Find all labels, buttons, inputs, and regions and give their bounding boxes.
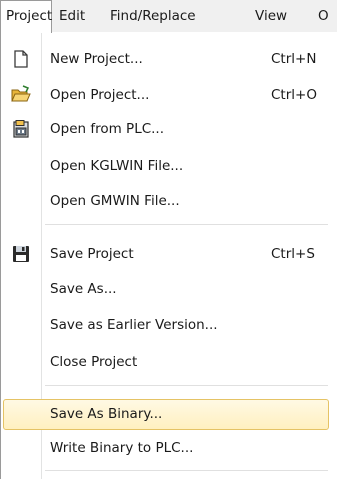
new-document-icon: [14, 50, 28, 68]
menu-project[interactable]: Project: [0, 0, 52, 33]
menu-bar: Project Edit Find/Replace View O: [0, 0, 337, 33]
menu-item-save-as-binary[interactable]: Save As Binary...: [3, 399, 329, 430]
menu-o-label: O: [318, 8, 329, 24]
open-from-plc-icon: [13, 120, 29, 138]
menu-item-label: Save As...: [50, 281, 117, 297]
menu-item-label: Open GMWIN File...: [50, 193, 180, 209]
menu-item-open-project[interactable]: Open Project... Ctrl+O: [3, 81, 329, 109]
menu-item-label: Open KGLWIN File...: [50, 158, 184, 174]
menu-item-open-from-plc[interactable]: Open from PLC...: [3, 115, 329, 143]
application-window: Project Edit Find/Replace View O New Pro…: [0, 0, 337, 479]
menu-item-label: Open from PLC...: [50, 121, 165, 137]
menu-item-label: Save Project: [50, 246, 134, 262]
menu-item-shortcut: Ctrl+N: [271, 51, 317, 67]
menu-edit[interactable]: Edit: [59, 0, 85, 32]
menu-o[interactable]: O: [318, 0, 329, 32]
menu-separator: [45, 385, 328, 386]
menu-item-label: Save as Earlier Version...: [50, 317, 218, 333]
menu-item-shortcut: Ctrl+S: [271, 246, 315, 262]
menu-item-label: New Project...: [50, 51, 143, 67]
menu-item-save-as[interactable]: Save As...: [3, 275, 329, 303]
floppy-disk-icon: [13, 246, 29, 262]
menu-separator: [45, 224, 328, 225]
menu-item-label: Save As Binary...: [50, 406, 163, 422]
menu-item-save-project[interactable]: Save Project Ctrl+S: [3, 240, 329, 268]
menu-item-new-project[interactable]: New Project... Ctrl+N: [3, 45, 329, 73]
menu-project-label: Project: [6, 8, 53, 24]
menu-item-close-project[interactable]: Close Project: [3, 348, 329, 376]
menu-find-replace-label: Find/Replace: [110, 8, 196, 24]
menu-item-open-kglwin-file[interactable]: Open KGLWIN File...: [3, 152, 329, 180]
menu-view[interactable]: View: [255, 0, 287, 32]
open-folder-icon: [11, 85, 31, 102]
menu-item-write-binary-to-plc[interactable]: Write Binary to PLC...: [3, 434, 329, 462]
menu-item-open-gmwin-file[interactable]: Open GMWIN File...: [3, 187, 329, 215]
menu-item-save-as-earlier-version[interactable]: Save as Earlier Version...: [3, 311, 329, 339]
menu-item-label: Close Project: [50, 354, 138, 370]
menu-view-label: View: [255, 8, 288, 24]
menu-item-label: Open Project...: [50, 87, 150, 103]
menu-item-label: Write Binary to PLC...: [50, 440, 194, 456]
project-dropdown-menu: New Project... Ctrl+N Open Project... Ct…: [0, 32, 337, 479]
menu-separator: [45, 470, 328, 471]
menu-item-shortcut: Ctrl+O: [271, 87, 317, 103]
menu-edit-label: Edit: [59, 8, 86, 24]
menu-find-replace[interactable]: Find/Replace: [110, 0, 196, 32]
